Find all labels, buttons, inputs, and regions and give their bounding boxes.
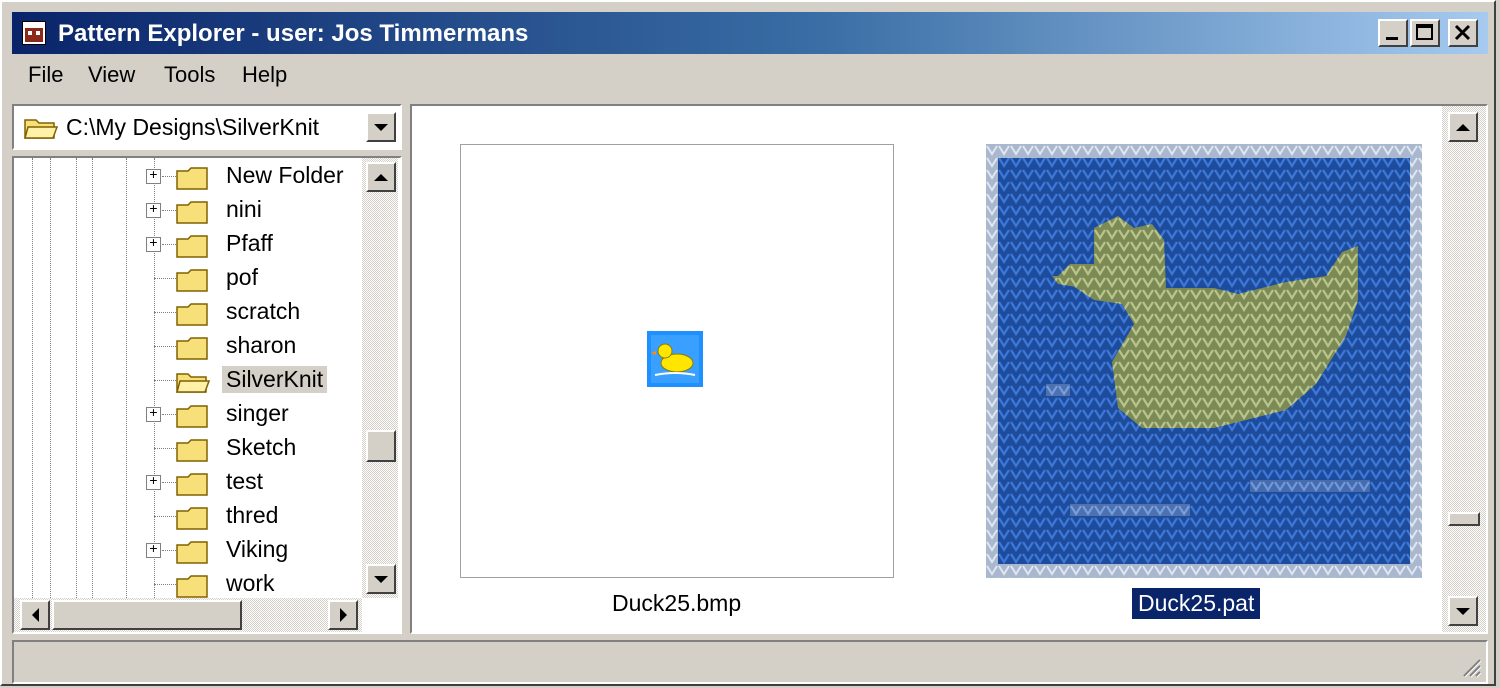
folder-icon <box>176 167 208 190</box>
menu-view[interactable]: View <box>88 62 135 88</box>
minimize-button[interactable] <box>1378 19 1408 47</box>
tree-item-label: thred <box>226 502 279 528</box>
tree-item-label: SilverKnit <box>222 366 328 393</box>
tree-item-label: nini <box>226 196 262 222</box>
folder-icon <box>176 201 208 224</box>
tree-item-label: Pfaff <box>226 230 273 256</box>
arrow-down-icon <box>1456 607 1470 615</box>
maximize-icon <box>1416 24 1433 40</box>
scroll-thumb[interactable] <box>366 430 396 462</box>
close-icon <box>1454 24 1471 41</box>
tree-item-viking[interactable]: + Viking <box>14 534 364 568</box>
file-view[interactable]: Duck25.bmp Duck25.pat <box>410 104 1488 634</box>
folder-icon <box>176 303 208 326</box>
scroll-thumb[interactable] <box>1448 512 1480 526</box>
tree-vertical-scrollbar[interactable] <box>362 158 398 598</box>
expand-icon[interactable]: + <box>146 169 161 184</box>
tree-item-label: New Folder <box>226 162 344 188</box>
path-combo[interactable]: C:\My Designs\SilverKnit <box>12 104 402 150</box>
status-bar <box>12 640 1488 684</box>
path-dropdown-button[interactable] <box>366 112 396 142</box>
scroll-left-button[interactable] <box>20 600 50 630</box>
menu-help[interactable]: Help <box>242 62 287 88</box>
title-bar[interactable]: Pattern Explorer - user: Jos Timmermans <box>12 12 1488 54</box>
tree-item-pfaff[interactable]: + Pfaff <box>14 228 364 262</box>
arrow-down-icon <box>374 575 388 583</box>
file-item-duck25-bmp[interactable] <box>460 144 894 578</box>
expand-icon[interactable]: + <box>146 203 161 218</box>
tree-item-sketch[interactable]: Sketch <box>14 432 364 466</box>
file-name-duck25-bmp[interactable]: Duck25.bmp <box>606 588 747 619</box>
folder-open-icon <box>176 373 210 393</box>
folder-icon <box>176 235 208 258</box>
folder-open-icon <box>24 119 58 139</box>
menu-tools[interactable]: Tools <box>164 62 215 88</box>
folder-pane: C:\My Designs\SilverKnit + New Folder + <box>12 104 402 634</box>
close-button[interactable] <box>1448 19 1478 47</box>
path-text: C:\My Designs\SilverKnit <box>66 114 320 140</box>
horizontal-scroll-thumb[interactable] <box>52 600 242 630</box>
tree-item-test[interactable]: + test <box>14 466 364 500</box>
tree-item-label: Sketch <box>226 434 297 460</box>
folder-icon <box>176 337 208 360</box>
folder-tree[interactable]: + New Folder + nini + Pfaff pof scratch … <box>12 156 402 634</box>
app-icon[interactable] <box>22 21 46 45</box>
knit-duck-preview <box>986 144 1422 578</box>
folder-icon <box>176 405 208 428</box>
tree-item-work[interactable]: work <box>14 568 364 602</box>
folder-icon <box>176 473 208 496</box>
arrow-left-icon <box>31 608 39 622</box>
expand-icon[interactable]: + <box>146 237 161 252</box>
tree-item-label: test <box>226 468 264 494</box>
tree-item-singer[interactable]: + singer <box>14 398 364 432</box>
resize-grip-icon[interactable] <box>1458 654 1482 678</box>
arrow-up-icon <box>1456 123 1470 131</box>
scroll-up-button[interactable] <box>366 162 396 192</box>
file-item-duck25-pat[interactable] <box>986 144 1422 578</box>
expand-icon[interactable]: + <box>146 475 161 490</box>
file-view-vertical-scrollbar[interactable] <box>1442 106 1486 632</box>
file-name-duck25-pat[interactable]: Duck25.pat <box>1132 588 1261 619</box>
tree-item-label: scratch <box>226 298 301 324</box>
tree-item-scratch[interactable]: scratch <box>14 296 364 330</box>
folder-icon <box>176 269 208 292</box>
chevron-down-icon <box>374 123 388 131</box>
folder-icon <box>176 575 208 598</box>
window-title: Pattern Explorer - user: Jos Timmermans <box>58 20 529 47</box>
app-window: Pattern Explorer - user: Jos Timmermans … <box>0 0 1496 686</box>
scroll-right-button[interactable] <box>328 600 358 630</box>
tree-item-new-folder[interactable]: + New Folder <box>14 160 364 194</box>
menu-file[interactable]: File <box>28 62 63 88</box>
scroll-down-button[interactable] <box>366 564 396 594</box>
tree-horizontal-scrollbar[interactable] <box>14 598 362 632</box>
tree-item-silverknit[interactable]: SilverKnit <box>14 364 364 398</box>
tree-item-label: Viking <box>226 536 289 562</box>
scroll-up-button[interactable] <box>1448 112 1478 142</box>
tree-item-label: singer <box>226 400 289 426</box>
tree-item-thred[interactable]: thred <box>14 500 364 534</box>
minimize-icon <box>1386 37 1398 40</box>
arrow-up-icon <box>374 173 388 181</box>
tree-item-label: pof <box>226 264 258 290</box>
expand-icon[interactable]: + <box>146 543 161 558</box>
folder-icon <box>176 541 208 564</box>
maximize-button[interactable] <box>1410 19 1440 47</box>
duck-icon <box>647 331 703 387</box>
tree-item-sharon[interactable]: sharon <box>14 330 364 364</box>
tree-item-pof[interactable]: pof <box>14 262 364 296</box>
folder-icon <box>176 439 208 462</box>
tree-item-label: work <box>226 570 275 596</box>
tree-item-nini[interactable]: + nini <box>14 194 364 228</box>
scroll-down-button[interactable] <box>1448 596 1478 626</box>
tree-item-label: sharon <box>226 332 297 358</box>
folder-icon <box>176 507 208 530</box>
arrow-right-icon <box>339 608 347 622</box>
expand-icon[interactable]: + <box>146 407 161 422</box>
